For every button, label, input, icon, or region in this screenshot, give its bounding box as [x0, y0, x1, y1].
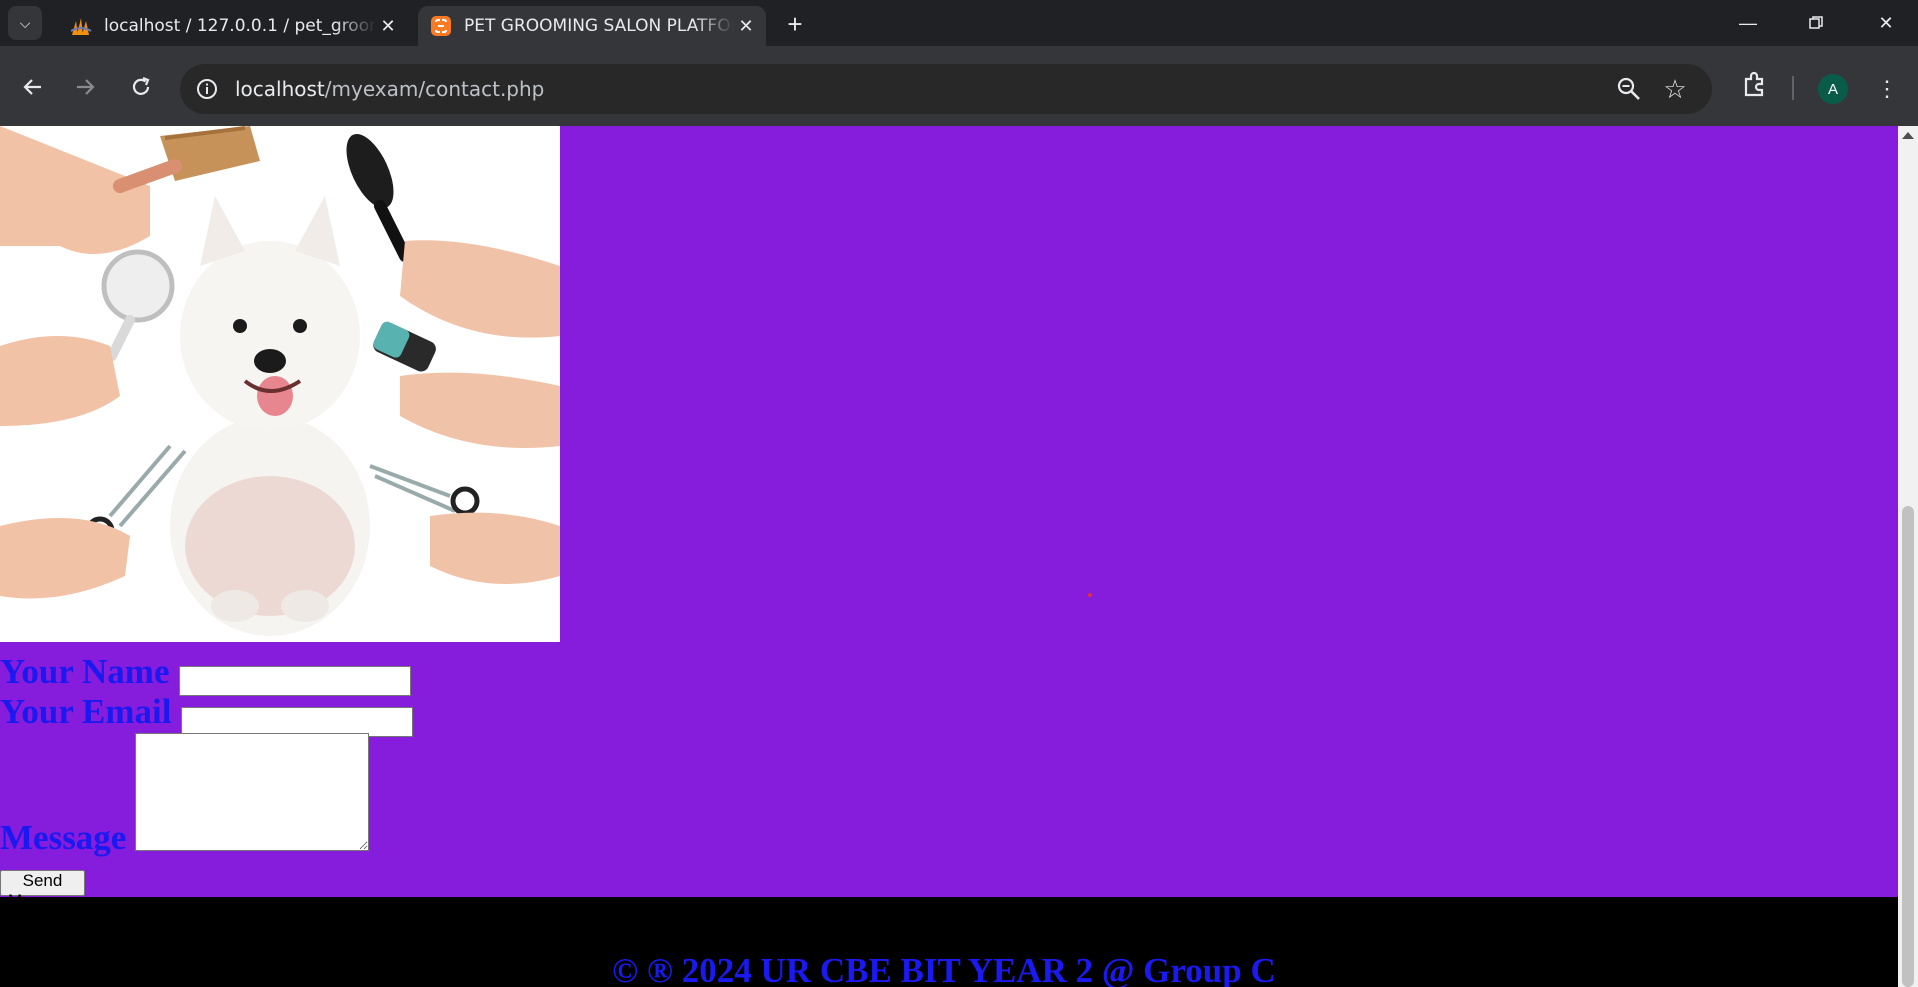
back-button[interactable]	[16, 70, 50, 104]
extensions-icon[interactable]	[1740, 70, 1774, 104]
email-label: Your Email	[0, 692, 172, 731]
restore-button[interactable]	[1788, 0, 1844, 46]
message-textarea[interactable]	[135, 733, 369, 851]
phpmyadmin-favicon-icon	[70, 18, 92, 35]
site-info-icon[interactable]	[194, 76, 220, 102]
scrollbar-thumb[interactable]	[1902, 506, 1914, 987]
tab-strip: ⌵ localhost / 127.0.0.1 / pet_grooming ✕…	[0, 0, 1918, 46]
message-row: Message	[0, 818, 126, 858]
browser-toolbar: localhost/myexam/contact.php ☆ A ⋮	[0, 46, 1918, 126]
url-host: localhost	[235, 77, 325, 101]
tab-title: localhost / 127.0.0.1 / pet_grooming	[104, 16, 376, 36]
reload-icon	[132, 76, 150, 95]
minimize-icon: —	[1739, 12, 1757, 33]
page-viewport: Your Name Your Email Message Send Messag…	[0, 126, 1898, 987]
send-message-button[interactable]: Send Message	[0, 870, 85, 910]
reload-button[interactable]	[124, 70, 158, 104]
close-icon: ✕	[1878, 12, 1894, 33]
back-arrow-icon	[23, 79, 41, 95]
address-bar[interactable]: localhost/myexam/contact.php ☆	[180, 64, 1712, 114]
page-footer: © ® 2024 UR CBE BIT YEAR 2 @ Group C	[0, 897, 1898, 987]
name-input[interactable]	[179, 666, 411, 696]
tab-search-button[interactable]: ⌵	[8, 6, 42, 40]
name-label: Your Name	[0, 652, 170, 691]
tab-pet-grooming[interactable]: PET GROOMING SALON PLATFORM ✕	[418, 6, 766, 46]
toolbar-divider	[1792, 76, 1794, 100]
message-label: Message	[0, 818, 127, 857]
bookmark-star-icon[interactable]: ☆	[1660, 74, 1690, 104]
forward-arrow-icon	[77, 79, 95, 95]
minimize-button[interactable]: —	[1720, 0, 1776, 46]
url-path: /myexam/contact.php	[324, 77, 545, 101]
chevron-down-icon: ⌵	[19, 14, 31, 31]
xampp-favicon-icon	[431, 16, 451, 36]
dog-grooming-illustration	[0, 126, 560, 642]
email-row: Your Email	[0, 692, 171, 732]
url-text[interactable]: localhost/myexam/contact.php	[235, 77, 544, 101]
close-tab-icon[interactable]: ✕	[734, 14, 758, 38]
footer-copyright: © ® 2024 UR CBE BIT YEAR 2 @ Group C	[612, 951, 1276, 987]
tab-title: PET GROOMING SALON PLATFORM	[464, 16, 734, 36]
close-window-button[interactable]: ✕	[1858, 0, 1914, 46]
scroll-up-arrow-icon[interactable]	[1902, 132, 1914, 139]
zoom-icon[interactable]	[1616, 76, 1642, 102]
plus-icon: +	[787, 8, 803, 39]
tab-phpmyadmin[interactable]: localhost / 127.0.0.1 / pet_grooming ✕	[58, 6, 408, 46]
red-dot	[1088, 593, 1092, 597]
profile-avatar[interactable]: A	[1818, 74, 1848, 104]
vertical-scrollbar[interactable]	[1898, 126, 1918, 987]
new-tab-button[interactable]: +	[780, 9, 810, 39]
browser-menu-icon[interactable]: ⋮	[1870, 72, 1904, 106]
close-tab-icon[interactable]: ✕	[376, 14, 400, 38]
restore-icon	[1809, 16, 1823, 29]
name-row: Your Name	[0, 652, 169, 692]
forward-button[interactable]	[68, 70, 102, 104]
dog-grooming-image	[0, 126, 560, 642]
